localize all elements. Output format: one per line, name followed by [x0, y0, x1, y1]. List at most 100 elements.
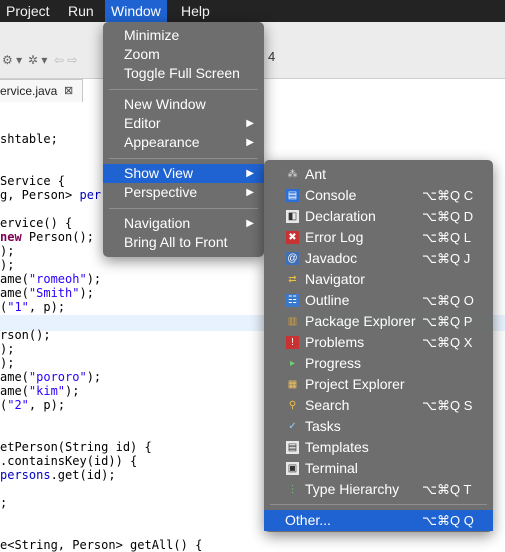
show-view-item-progress[interactable]: ▸ Progress	[264, 353, 493, 374]
submenu-arrow-icon: ▶	[246, 187, 254, 198]
menu-item-label: Minimize	[124, 27, 180, 43]
menu-item-label: Package Explorer	[305, 313, 416, 329]
toolbar-tool-icon[interactable]: ⚙ ▾	[2, 53, 22, 67]
code-line: ame("Smith");	[0, 286, 94, 300]
code-token: "kim"	[28, 384, 66, 398]
menu-help[interactable]: Help	[175, 0, 216, 22]
menu-item-label: Ant	[305, 166, 327, 182]
templates-icon: ▤	[286, 441, 299, 454]
code-line: );	[0, 244, 14, 258]
code-line: new Person();	[0, 230, 94, 244]
show-view-item-other[interactable]: Other... ⌥⌘Q Q	[264, 510, 493, 531]
code-token: "2"	[7, 398, 29, 412]
menu-item-label: Terminal	[305, 460, 358, 476]
menu-separator	[109, 208, 258, 209]
code-line: .containsKey(id)) {	[0, 454, 137, 468]
code-token: );	[0, 356, 15, 370]
outline-icon: ☷	[286, 294, 299, 307]
progress-icon: ▸	[289, 358, 296, 369]
show-view-submenu: ⁂ Ant ▤ Console ⌥⌘Q C ◧ Declaration ⌥⌘Q D ✖ Error…	[264, 160, 493, 532]
menu-item-label: Zoom	[124, 46, 160, 62]
show-view-item-search[interactable]: ⚲ Search ⌥⌘Q S	[264, 395, 493, 416]
code-token: g, Person>	[0, 188, 80, 202]
show-view-item-type-hierarchy[interactable]: ⋮ Type Hierarchy ⌥⌘Q T	[264, 479, 493, 500]
show-view-item-error-log[interactable]: ✖ Error Log ⌥⌘Q L	[264, 227, 493, 248]
menu-run[interactable]: Run	[62, 0, 100, 22]
menu-item-label: Outline	[305, 292, 350, 308]
show-view-item-problems[interactable]: ! Problems ⌥⌘Q X	[264, 332, 493, 353]
window-menu-item-navigation[interactable]: Navigation ▶	[103, 214, 264, 233]
code-token: persons	[0, 468, 51, 482]
menu-item-label: Project Explorer	[305, 376, 405, 392]
code-line: ame("romeoh");	[0, 272, 101, 286]
menu-separator	[270, 504, 487, 505]
code-line: ame("pororo");	[0, 370, 101, 384]
menu-item-label: Error Log	[305, 229, 364, 245]
show-view-item-ant[interactable]: ⁂ Ant	[264, 164, 493, 185]
code-token: );	[79, 286, 94, 300]
code-line: shtable;	[0, 132, 58, 146]
menu-item-label: Show View	[124, 165, 194, 181]
code-line: );	[0, 258, 14, 272]
window-menu-item-perspective[interactable]: Perspective ▶	[103, 183, 264, 202]
editor-tab-label: ervice.java	[0, 84, 58, 98]
window-title-fragment: 4	[268, 49, 276, 64]
submenu-arrow-icon: ▶	[246, 137, 254, 148]
error-log-icon: ✖	[286, 231, 299, 244]
menu-item-shortcut: ⌥⌘Q X	[422, 335, 473, 350]
show-view-item-project-explorer[interactable]: ▦ Project Explorer	[264, 374, 493, 395]
show-view-item-templates[interactable]: ▤ Templates	[264, 437, 493, 458]
menu-item-label: Type Hierarchy	[305, 481, 400, 497]
code-token: "romeoh"	[28, 272, 87, 286]
submenu-arrow-icon: ▶	[246, 118, 254, 129]
editor-tab[interactable]: ervice.java ⊠	[0, 79, 83, 102]
menu-item-shortcut: ⌥⌘Q T	[422, 482, 472, 497]
menu-item-label: Declaration	[305, 208, 376, 224]
window-menu-item-new-window[interactable]: New Window	[103, 95, 264, 114]
terminal-icon: ▣	[286, 462, 299, 475]
show-view-item-javadoc[interactable]: @ Javadoc ⌥⌘Q J	[264, 248, 493, 269]
back-arrow-icon[interactable]: ⇦ ⇨	[54, 53, 77, 67]
menu-item-label: Templates	[305, 439, 369, 455]
show-view-item-navigator[interactable]: ⇄ Navigator	[264, 269, 493, 290]
code-token: ame(	[0, 370, 29, 384]
menu-item-label: Problems	[305, 334, 365, 350]
code-token: ame(	[0, 272, 29, 286]
code-token: );	[86, 272, 102, 286]
show-view-item-console[interactable]: ▤ Console ⌥⌘Q C	[264, 185, 493, 206]
code-token: );	[0, 342, 15, 356]
menu-item-shortcut: ⌥⌘Q S	[422, 398, 473, 413]
menu-item-shortcut: ⌥⌘Q P	[422, 314, 473, 329]
ant-icon: ⁂	[287, 169, 298, 180]
code-token: );	[65, 384, 80, 398]
window-menu-item-minimize[interactable]: Minimize	[103, 26, 264, 45]
menu-project[interactable]: Project	[0, 0, 56, 22]
project-explorer-icon: ▦	[287, 379, 298, 390]
toolbar-build-icon[interactable]: ✲ ▾	[28, 53, 47, 67]
submenu-arrow-icon: ▶	[246, 218, 254, 229]
javadoc-icon: @	[286, 252, 299, 265]
code-token: "1"	[7, 300, 29, 314]
code-token: .containsKey(id)) {	[0, 454, 138, 468]
window-menu-item-show-view[interactable]: Show View ▶	[103, 164, 264, 183]
window-menu-item-toggle-full-screen[interactable]: Toggle Full Screen	[103, 64, 264, 83]
code-token: per	[79, 188, 102, 202]
window-menu-item-zoom[interactable]: Zoom	[103, 45, 264, 64]
close-tab-icon[interactable]: ⊠	[64, 80, 73, 102]
menu-item-label: Other...	[285, 512, 331, 528]
code-line: rson();	[0, 328, 51, 342]
menu-window[interactable]: Window	[105, 0, 167, 22]
show-view-item-terminal[interactable]: ▣ Terminal	[264, 458, 493, 479]
menu-item-label: Search	[305, 397, 350, 413]
code-line: ("2", p);	[0, 398, 65, 412]
menu-item-shortcut: ⌥⌘Q L	[422, 230, 471, 245]
window-menu-item-appearance[interactable]: Appearance ▶	[103, 133, 264, 152]
window-menu-item-bring-all-to-front[interactable]: Bring All to Front	[103, 233, 264, 252]
window-menu-item-editor[interactable]: Editor ▶	[103, 114, 264, 133]
show-view-item-tasks[interactable]: ✓ Tasks	[264, 416, 493, 437]
search-icon: ⚲	[288, 400, 297, 411]
show-view-item-declaration[interactable]: ◧ Declaration ⌥⌘Q D	[264, 206, 493, 227]
show-view-item-package-explorer[interactable]: ▥ Package Explorer ⌥⌘Q P	[264, 311, 493, 332]
menu-item-label: Editor	[124, 115, 161, 131]
show-view-item-outline[interactable]: ☷ Outline ⌥⌘Q O	[264, 290, 493, 311]
